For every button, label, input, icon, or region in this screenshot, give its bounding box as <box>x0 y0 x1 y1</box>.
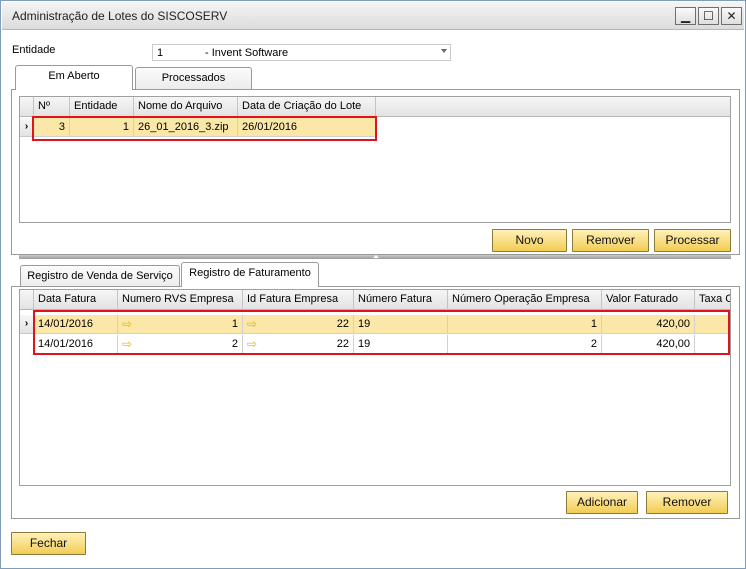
entity-code: 1 <box>157 47 164 59</box>
tab-registro-venda-servico[interactable]: Registro de Venda de Serviço <box>20 265 180 287</box>
billing-grid-header: Data Fatura Numero RVS Empresa Id Fatura… <box>20 290 730 310</box>
title-bar: Administração de Lotes do SISCOSERV ▁ ☐ … <box>2 2 744 30</box>
tab-processados[interactable]: Processados <box>135 67 252 89</box>
column-header-id-fatura[interactable]: Id Fatura Empresa <box>243 290 354 310</box>
cell-id-fatura-value: 22 <box>336 318 349 330</box>
cell-taxa <box>695 335 730 354</box>
remover-lot-button[interactable]: Remover <box>572 229 649 252</box>
link-arrow-icon[interactable]: ⇨ <box>122 338 132 350</box>
lots-grid-header: Nº Entidade Nome do Arquivo Data de Cria… <box>20 97 730 117</box>
cell-rvs-empresa: ⇨ 2 <box>118 335 243 354</box>
row-header-corner <box>20 290 34 310</box>
minimize-button[interactable]: ▁ <box>675 7 696 25</box>
table-row[interactable]: 3 1 26_01_2016_3.zip 26/01/2016 <box>34 118 376 137</box>
cell-data-criacao: 26/01/2016 <box>238 118 376 137</box>
row-indicator[interactable]: › <box>20 118 34 137</box>
link-arrow-icon[interactable]: ⇨ <box>122 318 132 330</box>
billing-grid: Data Fatura Numero RVS Empresa Id Fatura… <box>19 289 731 486</box>
row-indicator[interactable]: › <box>20 315 34 334</box>
cell-id-fatura-value: 22 <box>336 338 349 350</box>
cell-valor-faturado: 420,00 <box>602 315 695 334</box>
entity-name: - Invent Software <box>205 47 289 59</box>
column-header-numero-operacao[interactable]: Número Operação Empresa <box>448 290 602 310</box>
cell-id-fatura: ⇨ 22 <box>243 335 354 354</box>
column-header-rvs-empresa[interactable]: Numero RVS Empresa <box>118 290 243 310</box>
lots-grid: Nº Entidade Nome do Arquivo Data de Cria… <box>19 96 731 223</box>
cell-taxa <box>695 315 730 334</box>
cell-numero: 3 <box>34 118 70 137</box>
fechar-button[interactable]: Fechar <box>11 532 86 555</box>
novo-button[interactable]: Novo <box>492 229 567 252</box>
entity-select[interactable]: 1 - Invent Software <box>152 44 451 61</box>
column-header-data-criacao[interactable]: Data de Criação do Lote <box>238 97 376 117</box>
link-arrow-icon[interactable]: ⇨ <box>247 318 257 330</box>
cell-data-fatura: 14/01/2016 <box>34 315 118 334</box>
column-header-numero-fatura[interactable]: Número Fatura <box>354 290 448 310</box>
cell-arquivo: 26_01_2016_3.zip <box>134 118 238 137</box>
table-row[interactable]: 14/01/2016 ⇨ 2 ⇨ 22 19 2 420,00 <box>34 335 730 354</box>
column-header-arquivo[interactable]: Nome do Arquivo <box>134 97 238 117</box>
cell-numero-operacao: 1 <box>448 315 602 334</box>
column-header-entidade[interactable]: Entidade <box>70 97 134 117</box>
table-row[interactable]: 14/01/2016 ⇨ 1 ⇨ 22 19 1 420,00 <box>34 315 730 334</box>
row-header-corner <box>20 97 34 117</box>
tab-registro-faturamento[interactable]: Registro de Faturamento <box>181 262 319 287</box>
entity-label: Entidade <box>12 44 56 56</box>
cell-numero-fatura: 19 <box>354 315 448 334</box>
processar-button[interactable]: Processar <box>654 229 731 252</box>
cell-rvs-value: 2 <box>231 338 238 350</box>
close-button[interactable]: ✕ <box>721 7 742 25</box>
cell-valor-faturado: 420,00 <box>602 335 695 354</box>
maximize-button[interactable]: ☐ <box>698 7 719 25</box>
splitter-handle[interactable] <box>19 255 731 259</box>
remover-billing-button[interactable]: Remover <box>646 491 728 514</box>
column-header-valor-faturado[interactable]: Valor Faturado <box>602 290 695 310</box>
column-header-taxa[interactable]: Taxa C <box>695 290 730 310</box>
siscoserv-window: Administração de Lotes do SISCOSERV ▁ ☐ … <box>0 0 746 569</box>
column-header-numero[interactable]: Nº <box>34 97 70 117</box>
cell-id-fatura: ⇨ 22 <box>243 315 354 334</box>
cell-entidade: 1 <box>70 118 134 137</box>
window-title: Administração de Lotes do SISCOSERV <box>12 9 228 23</box>
tab-em-aberto[interactable]: Em Aberto <box>15 65 133 90</box>
cell-data-fatura: 14/01/2016 <box>34 335 118 354</box>
chevron-down-icon <box>441 49 447 53</box>
column-header-data-fatura[interactable]: Data Fatura <box>34 290 118 310</box>
cell-rvs-value: 1 <box>231 318 238 330</box>
splitter-arrow-icon <box>373 255 379 258</box>
cell-numero-operacao: 2 <box>448 335 602 354</box>
cell-numero-fatura: 19 <box>354 335 448 354</box>
cell-rvs-empresa: ⇨ 1 <box>118 315 243 334</box>
adicionar-button[interactable]: Adicionar <box>566 491 638 514</box>
link-arrow-icon[interactable]: ⇨ <box>247 338 257 350</box>
